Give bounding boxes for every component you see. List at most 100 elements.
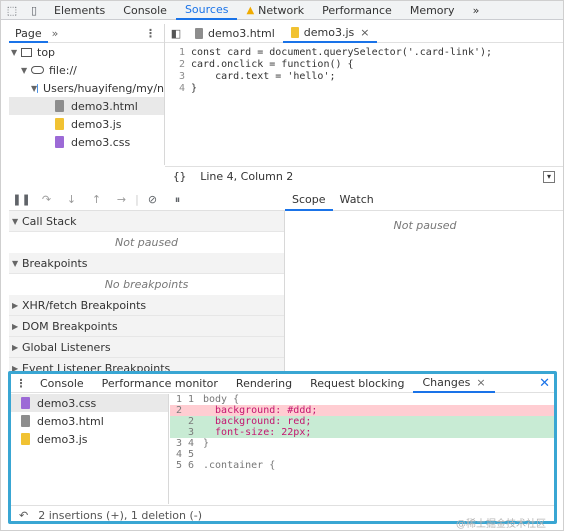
drawer-tab-console[interactable]: Console bbox=[31, 374, 93, 393]
tree-expand-icon[interactable]: ▼ bbox=[11, 48, 21, 57]
tree-item-origin[interactable]: ▼ file:// bbox=[9, 61, 164, 79]
close-icon[interactable]: × bbox=[476, 376, 485, 389]
tab-sources[interactable]: Sources bbox=[175, 1, 238, 20]
changed-file-item[interactable]: demo3.css bbox=[11, 394, 168, 412]
tree-item-top[interactable]: ▼ top bbox=[9, 43, 164, 61]
section-xhr-breakpoints[interactable]: ▶ XHR/fetch Breakpoints bbox=[9, 295, 284, 316]
editor-tab-label: demo3.js bbox=[303, 25, 355, 39]
tree-label-file: demo3.html bbox=[71, 99, 138, 113]
navigator-tab-page[interactable]: Page bbox=[9, 24, 48, 43]
new-line-number: 5 bbox=[187, 449, 194, 460]
changed-file-item[interactable]: demo3.js bbox=[11, 430, 168, 448]
expand-icon: ▼ bbox=[12, 216, 19, 226]
step-into-icon[interactable]: ↓ bbox=[59, 193, 84, 206]
tree-expand-icon[interactable]: ▼ bbox=[21, 66, 31, 75]
new-line-number: 6 bbox=[187, 460, 194, 471]
diff-line: 45 bbox=[170, 449, 554, 460]
html-file-icon bbox=[55, 100, 64, 112]
tree-item-folder[interactable]: ▼ Users/huayifeng/my/n bbox=[9, 79, 164, 97]
tab-performance[interactable]: Performance bbox=[313, 1, 401, 20]
code-editor[interactable]: 1 const card = document.querySelector('.c… bbox=[169, 47, 563, 165]
tree-label-top: top bbox=[37, 45, 56, 59]
drawer-tab-rendering[interactable]: Rendering bbox=[227, 374, 301, 393]
debugger-sidebar: ▼ Call Stack Not paused ▼ Breakpoints No b… bbox=[9, 211, 285, 379]
close-drawer-icon[interactable]: ✕ bbox=[539, 374, 550, 393]
css-file-icon bbox=[21, 397, 30, 409]
editor-tab-bar: ◧ demo3.html demo3.js × bbox=[165, 23, 563, 43]
drawer-more-icon[interactable]: ⋮ bbox=[11, 377, 31, 390]
step-over-icon[interactable]: ↷ bbox=[34, 193, 59, 206]
tab-label: Performance bbox=[322, 3, 392, 17]
editor-tab-demo3-js[interactable]: demo3.js × bbox=[282, 23, 378, 43]
diff-line: 3 4} bbox=[170, 438, 554, 449]
new-line-number bbox=[182, 405, 194, 416]
tab-network[interactable]: ▲ Network bbox=[237, 1, 313, 20]
tab-scope[interactable]: Scope bbox=[285, 189, 333, 211]
call-stack-body: Not paused bbox=[115, 236, 178, 249]
scope-watch-tabs: Scope Watch bbox=[285, 189, 563, 211]
js-file-icon bbox=[55, 118, 64, 130]
collapse-icon: ▶ bbox=[12, 321, 19, 331]
diff-text bbox=[200, 449, 203, 460]
revert-changes-icon[interactable]: ↶ bbox=[19, 509, 28, 522]
code-text: card.onclick = function() { bbox=[191, 59, 354, 70]
pause-on-exceptions-icon[interactable]: ⏸ bbox=[165, 193, 190, 207]
old-line-number: 2 bbox=[175, 405, 182, 416]
new-line-number: 4 bbox=[187, 438, 194, 449]
section-title: Call Stack bbox=[22, 214, 77, 228]
editor-tab-label: demo3.html bbox=[208, 26, 275, 40]
changed-files-list: demo3.css demo3.html demo3.js bbox=[11, 394, 169, 504]
drawer-tab-performance-monitor[interactable]: Performance monitor bbox=[93, 374, 227, 393]
navigator-more-chevron[interactable]: » bbox=[52, 27, 59, 40]
navigator-more-icon[interactable]: ⋮ bbox=[145, 27, 164, 40]
tab-watch[interactable]: Watch bbox=[333, 189, 381, 211]
section-breakpoints[interactable]: ▼ Breakpoints bbox=[9, 253, 284, 274]
file-navigator: Page » ⋮ ▼ top ▼ file:// ▼ Users/huayife… bbox=[9, 24, 165, 165]
toggle-navigator-icon[interactable]: ◧ bbox=[165, 27, 187, 40]
coverage-toggle-icon[interactable]: ▾ bbox=[543, 170, 555, 183]
css-file-icon bbox=[55, 136, 64, 148]
drawer-tab-changes[interactable]: Changes × bbox=[413, 374, 495, 393]
pretty-print-button[interactable]: {} bbox=[173, 170, 186, 183]
old-line-number: 5 bbox=[175, 460, 182, 471]
diff-summary: 2 insertions (+), 1 deletion (-) bbox=[38, 508, 203, 522]
close-icon[interactable]: × bbox=[360, 26, 369, 39]
editor-status-bar: {} Line 4, Column 2 ▾ bbox=[165, 166, 563, 186]
deactivate-breakpoints-icon[interactable]: ⊘ bbox=[140, 193, 165, 206]
diff-line: 2 background: red; bbox=[170, 416, 554, 427]
old-line-number bbox=[170, 416, 182, 427]
html-file-icon bbox=[195, 27, 203, 39]
tab-elements[interactable]: Elements bbox=[45, 1, 114, 20]
debugger-toolbar: ❚❚ ↷ ↓ ↑ → | ⊘ ⏸ bbox=[9, 189, 285, 211]
diff-view[interactable]: 1 1 body {2 background: #ddd; 2 background:… bbox=[170, 394, 554, 504]
tree-item-file[interactable]: demo3.html bbox=[9, 97, 164, 115]
step-icon[interactable]: → bbox=[109, 193, 134, 206]
js-file-icon bbox=[290, 26, 299, 38]
tab-memory[interactable]: Memory bbox=[401, 1, 464, 20]
tree-item-file[interactable]: demo3.css bbox=[9, 133, 164, 151]
tab-label: Network bbox=[258, 3, 305, 17]
diff-text: body { bbox=[203, 394, 240, 405]
changed-file-item[interactable]: demo3.html bbox=[11, 412, 168, 430]
diff-line: 2 background: #ddd; bbox=[170, 405, 554, 416]
inspect-element-icon[interactable]: ⬚ bbox=[1, 1, 23, 20]
diff-text: } bbox=[203, 438, 210, 449]
diff-line: 1 1 body { bbox=[170, 394, 554, 405]
code-line: 3 card.text = 'hello'; bbox=[178, 71, 336, 82]
tree-item-file[interactable]: demo3.js bbox=[9, 115, 164, 133]
step-out-icon[interactable]: ↑ bbox=[84, 193, 109, 206]
more-tabs-chevron[interactable]: » bbox=[464, 1, 489, 20]
drawer-tab-bar: ⋮ Console Performance monitor Rendering … bbox=[11, 374, 554, 393]
editor-tab-demo3-html[interactable]: demo3.html bbox=[187, 24, 283, 43]
tab-console[interactable]: Console bbox=[114, 1, 176, 20]
tree-label-file: demo3.css bbox=[71, 135, 131, 149]
tab-label: Console bbox=[123, 3, 167, 17]
section-dom-breakpoints[interactable]: ▶ DOM Breakpoints bbox=[9, 316, 284, 337]
pause-icon[interactable]: ❚❚ bbox=[9, 193, 34, 206]
watermark: @稀土掘金技术社区 bbox=[456, 519, 546, 530]
section-global-listeners[interactable]: ▶ Global Listeners bbox=[9, 337, 284, 358]
device-toolbar-icon[interactable]: ▯ bbox=[23, 1, 45, 20]
section-call-stack[interactable]: ▼ Call Stack bbox=[9, 211, 284, 232]
old-line-number bbox=[170, 427, 182, 438]
drawer-tab-request-blocking[interactable]: Request blocking bbox=[301, 374, 413, 393]
